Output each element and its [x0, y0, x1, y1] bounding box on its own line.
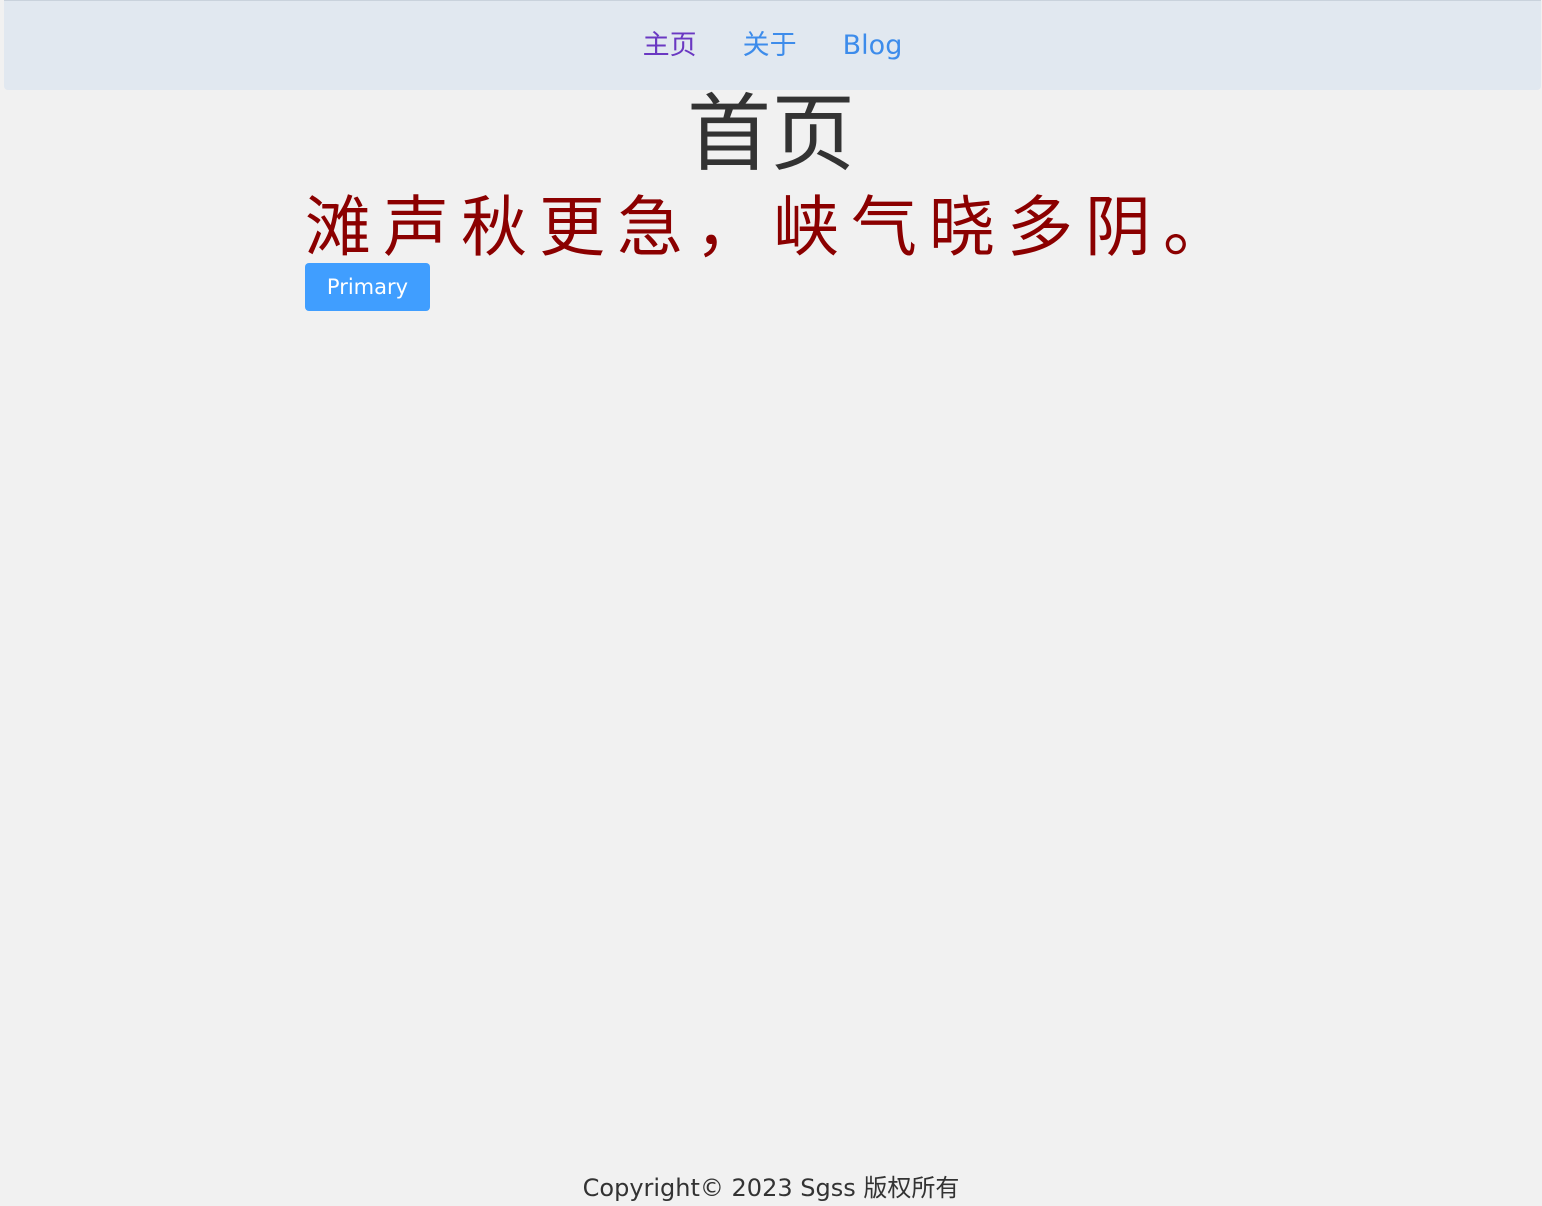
nav-links: 主页 关于 Blog	[643, 1, 903, 63]
primary-button[interactable]: Primary	[305, 263, 430, 311]
nav-link-blog[interactable]: Blog	[843, 29, 903, 63]
page: 主页 关于 Blog 首页 滩声秋更急，峡气晓多阴。 Primary Copyr…	[0, 0, 1542, 1206]
footer-copyright: Copyright© 2023 Sgss 版权所有	[582, 1174, 960, 1202]
nav-link-home[interactable]: 主页	[643, 29, 697, 63]
nav-link-about[interactable]: 关于	[743, 29, 797, 63]
page-title: 首页	[686, 85, 855, 183]
poem-text: 滩声秋更急，峡气晓多阴。	[305, 189, 1241, 266]
navbar: 主页 关于 Blog	[4, 0, 1541, 90]
